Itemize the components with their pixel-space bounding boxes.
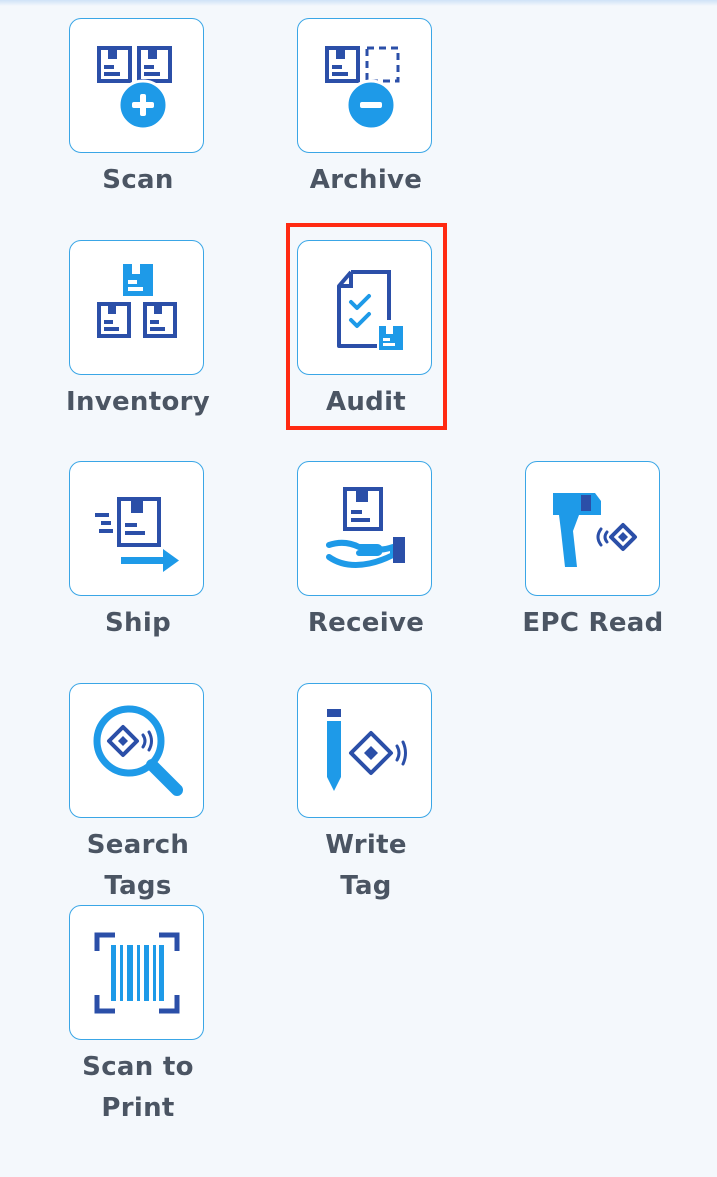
epc-read-label: EPC Read xyxy=(522,608,664,638)
ship-icon-box[interactable] xyxy=(69,461,204,596)
write-tag-icon xyxy=(326,708,407,791)
search-tags-label-line2: Tags xyxy=(104,871,172,901)
audit-icon-box[interactable] xyxy=(297,240,432,375)
receive-hand-icon xyxy=(325,486,405,568)
search-tag-icon xyxy=(93,705,183,796)
receive-icon-box[interactable] xyxy=(297,461,432,596)
inventory-icon-box[interactable] xyxy=(69,240,204,375)
archive-label: Archive xyxy=(309,165,423,195)
scan-to-print-icon-box[interactable] xyxy=(69,905,204,1040)
receive-label: Receive xyxy=(307,608,425,638)
archive-remove-icon xyxy=(324,45,399,130)
scan-icon-box[interactable] xyxy=(69,18,204,153)
scan-to-print-label-line2: Print xyxy=(101,1093,175,1123)
archive-icon-box[interactable] xyxy=(297,18,432,153)
write-tag-icon-box[interactable] xyxy=(297,683,432,818)
search-tags-label-line1: Search xyxy=(86,830,190,860)
write-tag-label-line1: Write xyxy=(325,830,407,860)
ship-label: Ship xyxy=(105,608,171,638)
barcode-scan-icon xyxy=(94,932,179,1013)
search-tags-icon-box[interactable] xyxy=(69,683,204,818)
write-tag-label-line2: Tag xyxy=(340,871,392,901)
inventory-boxes-icon xyxy=(96,263,177,338)
audit-checklist-icon xyxy=(336,269,403,350)
audit-label: Audit xyxy=(325,387,407,417)
ship-box-icon xyxy=(94,496,179,572)
scan-to-print-label-line1: Scan to xyxy=(82,1052,194,1082)
inventory-label: Inventory xyxy=(65,387,211,417)
top-edge xyxy=(0,0,717,6)
epc-read-icon-box[interactable] xyxy=(525,461,660,596)
rfid-reader-icon xyxy=(552,492,637,567)
scan-label: Scan xyxy=(102,165,174,195)
scan-add-icon xyxy=(96,45,172,130)
